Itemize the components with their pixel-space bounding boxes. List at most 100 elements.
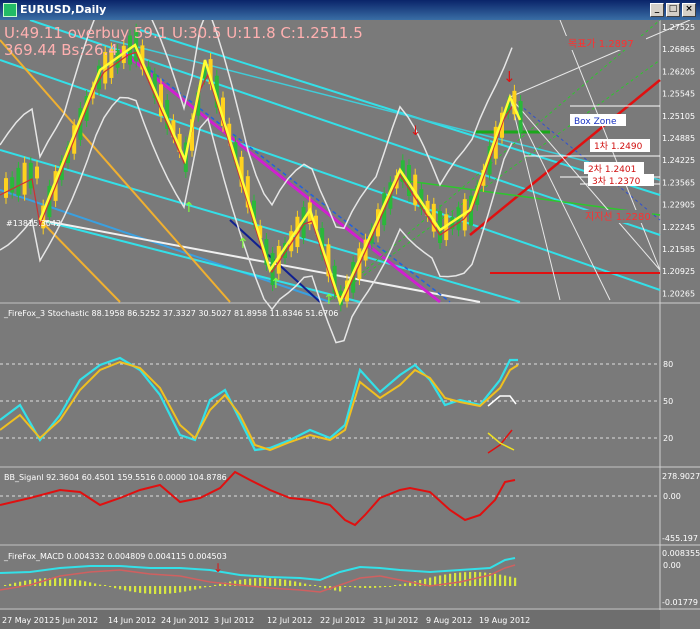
date-tick-label: 27 May 2012 <box>2 616 54 625</box>
target-price-label: 목표가 1.2897 <box>568 38 634 50</box>
stoch-level-20: 20 <box>663 434 673 443</box>
level2-label: 2차 1.2401 <box>588 163 636 175</box>
price-tick-label: 1.20925 <box>662 267 695 276</box>
mt4-chart-window: EURUSD,Daily _ □ × ↑ ↑ ↑ ↑ ↓ ↓ U:49.11 o… <box>0 0 700 629</box>
macd-bar <box>324 586 327 589</box>
macd-bar <box>499 574 502 586</box>
macd-bar <box>74 579 77 586</box>
macd-bar <box>264 578 267 586</box>
level3-label: 3차 1.2370 <box>592 175 641 187</box>
macd-bar <box>164 586 167 594</box>
macd-level-top: 0.008355 <box>662 549 700 558</box>
macd-bar <box>294 581 297 586</box>
macd-bar <box>219 583 222 586</box>
box-zone-label: Box Zone <box>574 117 617 127</box>
candle <box>4 178 8 198</box>
macd-bar <box>14 582 17 586</box>
close-button[interactable]: × <box>682 3 696 17</box>
macd-label: _FireFox_MACD 0.004332 0.004809 0.004115… <box>3 552 227 561</box>
macd-bar <box>84 581 87 586</box>
macd-bar <box>484 572 487 586</box>
macd-bar <box>314 585 317 586</box>
date-tick-label: 12 Jul 2012 <box>267 616 312 625</box>
macd-bar <box>339 586 342 592</box>
down-arrow-icon: ↓ <box>503 68 516 86</box>
macd-bar <box>454 573 457 586</box>
date-tick-label: 22 Jul 2012 <box>320 616 365 625</box>
macd-bar <box>94 583 97 586</box>
macd-bar <box>134 586 137 593</box>
candle <box>35 166 39 179</box>
macd-bar <box>104 585 107 586</box>
macd-bar <box>154 586 157 594</box>
macd-bar <box>194 586 197 590</box>
up-arrow-icon: ↑ <box>237 236 249 252</box>
macd-down-arrow-icon: ↓ <box>213 561 223 575</box>
price-tick-label: 1.23565 <box>662 178 695 187</box>
macd-bar <box>144 586 147 594</box>
date-tick-label: 31 Jul 2012 <box>373 616 418 625</box>
macd-bar <box>509 576 512 586</box>
macd-bar <box>89 582 92 586</box>
price-tick-label: 1.22905 <box>662 201 695 210</box>
macd-bar <box>279 579 282 586</box>
price-tick-label: 1.24225 <box>662 156 695 165</box>
macd-bar <box>289 580 292 586</box>
bb-level-zero: 0.00 <box>663 492 681 501</box>
macd-bar <box>119 586 122 590</box>
minimize-button[interactable]: _ <box>650 3 664 17</box>
support-label: 지지선 1.2280 <box>585 211 651 223</box>
price-tick-label: 1.22245 <box>662 223 695 232</box>
macd-bar <box>494 573 497 586</box>
macd-bar <box>459 572 462 586</box>
chart-canvas[interactable]: ↑ ↑ ↑ ↑ ↓ ↓ U:49.11 overbuy 59.1 U:30.5 … <box>0 20 700 629</box>
macd-bar <box>299 582 302 586</box>
price-tick-label: 1.26865 <box>662 45 695 54</box>
macd-bar <box>379 586 382 588</box>
window-title: EURUSD,Daily <box>20 3 107 16</box>
macd-bar <box>199 586 202 589</box>
price-tick-label: 1.20265 <box>662 289 695 298</box>
macd-bar <box>249 578 252 586</box>
macd-bar <box>209 586 212 587</box>
macd-bar <box>394 585 397 586</box>
window-titlebar[interactable]: EURUSD,Daily _ □ × <box>0 0 700 20</box>
macd-bar <box>174 586 177 593</box>
level1-label: 1차 1.2490 <box>594 140 643 152</box>
macd-bar <box>349 586 352 587</box>
macd-bar <box>369 586 372 588</box>
macd-bar <box>429 577 432 586</box>
stochastic-label: _FireFox_3 Stochastic 88.1958 86.5252 37… <box>3 309 338 318</box>
macd-level-bottom: -0.01779 <box>662 598 698 607</box>
macd-bar <box>44 578 47 586</box>
price-tick-label: 1.26205 <box>662 67 695 76</box>
indicator-header-line1: U:49.11 overbuy 59.1 U:30.5 U:11.8 C:1.2… <box>4 24 363 42</box>
macd-bar <box>344 586 347 587</box>
macd-bar <box>19 581 22 586</box>
macd-bar <box>304 583 307 586</box>
candle <box>16 167 21 196</box>
chart-window-icon <box>3 3 17 17</box>
macd-bar <box>124 586 127 591</box>
macd-bar <box>514 577 517 586</box>
macd-bar <box>204 586 207 588</box>
macd-bar <box>389 586 392 587</box>
macd-bar <box>9 583 12 586</box>
macd-bar <box>479 572 482 586</box>
macd-bar <box>269 578 272 586</box>
macd-bar <box>254 578 257 586</box>
macd-bar <box>139 586 142 593</box>
date-tick-label: 24 Jun 2012 <box>161 616 209 625</box>
macd-bar <box>59 578 62 586</box>
macd-bar <box>399 584 402 586</box>
macd-bar <box>189 586 192 591</box>
date-tick-label: 5 Jun 2012 <box>55 616 98 625</box>
macd-level-zero: 0.00 <box>663 561 681 570</box>
macd-bar <box>259 578 262 586</box>
date-tick-label: 19 Aug 2012 <box>479 616 530 625</box>
price-tick-label: 1.25545 <box>662 90 695 99</box>
macd-bar <box>464 572 467 586</box>
maximize-button[interactable]: □ <box>666 3 680 17</box>
price-tick-label: 1.27525 <box>662 23 695 32</box>
macd-bar <box>359 586 362 588</box>
